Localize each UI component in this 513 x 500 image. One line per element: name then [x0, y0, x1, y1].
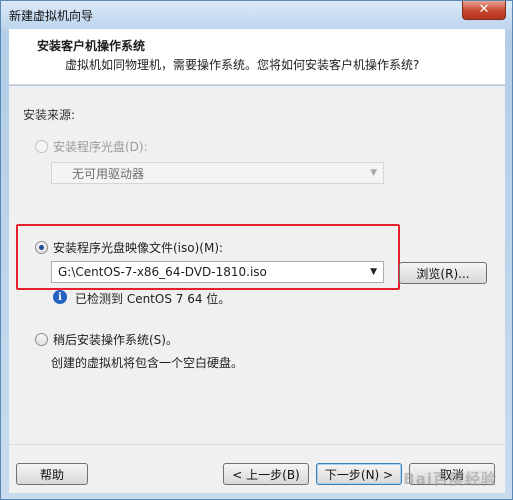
- drive-select-value: 无可用驱动器: [72, 166, 145, 181]
- title-bar[interactable]: 新建虚拟机向导 ✕: [1, 1, 512, 29]
- next-button-label: 下一步(N) >: [324, 467, 394, 482]
- watermark-logo: Bai百度经验: [403, 470, 497, 488]
- close-icon: ✕: [478, 2, 490, 17]
- disc-radio[interactable]: [35, 140, 48, 153]
- help-button-label: 帮助: [39, 467, 64, 482]
- later-option-label: 稍后安装操作系统(S)。: [53, 333, 178, 347]
- detection-info-text: 已检测到 CentOS 7 64 位。: [75, 292, 231, 306]
- page-title: 安装客户机操作系统: [37, 39, 146, 53]
- wizard-footer: 帮助 < 上一步(B) 下一步(N) > 取消 Bai百度经验: [9, 444, 505, 493]
- back-button[interactable]: < 上一步(B): [223, 463, 309, 485]
- disc-option-label: 安装程序光盘(D):: [53, 140, 148, 154]
- iso-option-label: 安装程序光盘映像文件(iso)(M):: [53, 241, 224, 255]
- close-button[interactable]: ✕: [462, 1, 506, 20]
- chevron-down-icon[interactable]: ▼: [370, 267, 377, 277]
- later-option-description: 创建的虚拟机将包含一个空白硬盘。: [51, 356, 244, 370]
- install-source-label: 安装来源:: [23, 108, 76, 122]
- info-icon: i: [53, 290, 67, 304]
- iso-path-select[interactable]: G:\CentOS-7-x86_64-DVD-1810.iso ▼: [51, 261, 384, 283]
- wizard-window: 新建虚拟机向导 ✕ 安装客户机操作系统 虚拟机如同物理机，需要操作系统。您将如何…: [0, 0, 513, 500]
- iso-path-value: G:\CentOS-7-x86_64-DVD-1810.iso: [58, 265, 267, 279]
- help-button[interactable]: 帮助: [16, 463, 88, 485]
- iso-radio[interactable]: [35, 241, 48, 254]
- page-subtitle: 虚拟机如同物理机，需要操作系统。您将如何安装客户机操作系统?: [65, 58, 420, 72]
- chevron-down-icon: ▼: [370, 168, 377, 178]
- drive-select: 无可用驱动器 ▼: [51, 162, 384, 184]
- window-title: 新建虚拟机向导: [9, 9, 94, 23]
- browse-button[interactable]: 浏览(R)...: [399, 262, 487, 284]
- disc-option-row[interactable]: 安装程序光盘(D):: [35, 138, 148, 155]
- iso-option-row[interactable]: 安装程序光盘映像文件(iso)(M):: [35, 239, 223, 256]
- later-radio[interactable]: [35, 333, 48, 346]
- browse-button-label: 浏览(R)...: [416, 266, 470, 281]
- wizard-content: 安装来源: 安装程序光盘(D): 无可用驱动器 ▼ 安装程序光盘映像文件(iso…: [9, 86, 505, 444]
- later-option-row[interactable]: 稍后安装操作系统(S)。: [35, 331, 178, 348]
- next-button[interactable]: 下一步(N) >: [316, 463, 402, 485]
- back-button-label: < 上一步(B): [232, 467, 300, 482]
- wizard-header: 安装客户机操作系统 虚拟机如同物理机，需要操作系统。您将如何安装客户机操作系统?: [9, 29, 505, 85]
